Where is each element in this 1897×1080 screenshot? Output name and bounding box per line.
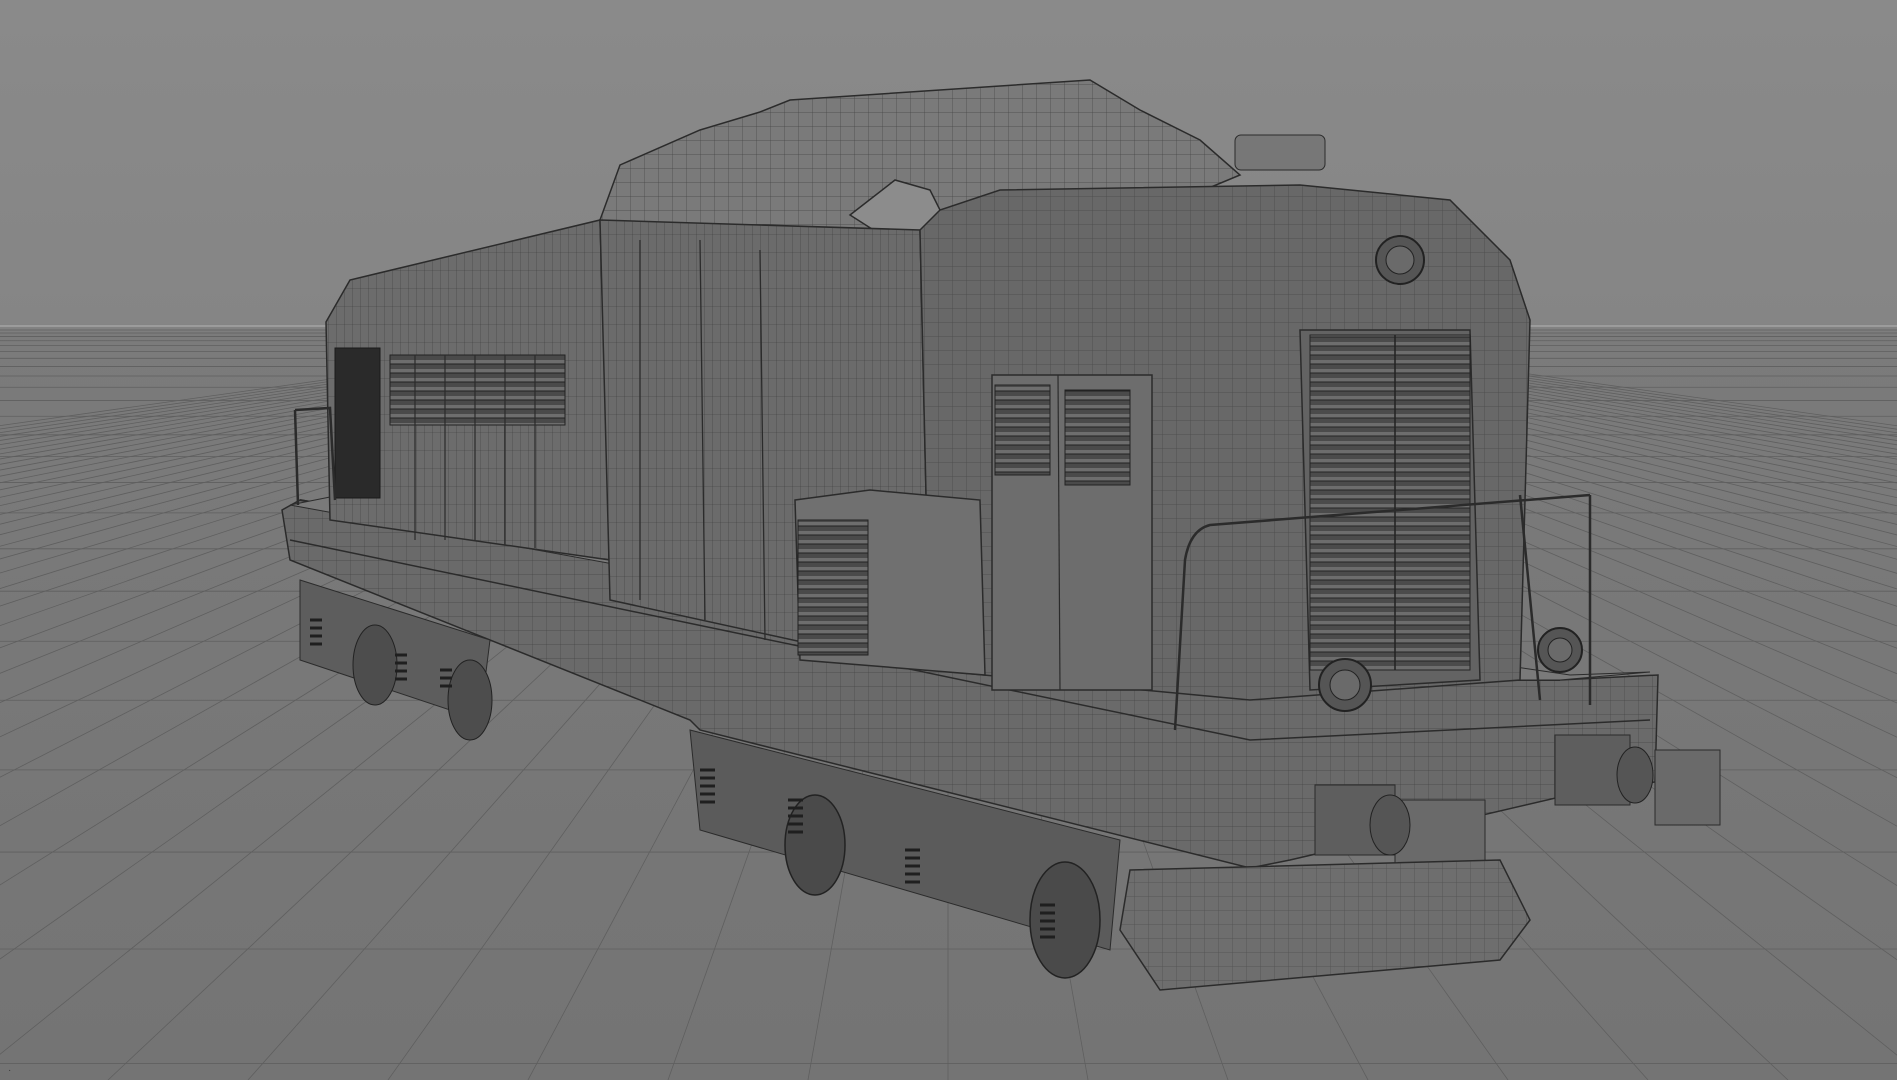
louver-icon	[1309, 334, 1471, 671]
locomotive-mesh-icon[interactable]	[281, 79, 1721, 991]
louver-icon	[994, 384, 1051, 476]
rear-door	[334, 347, 381, 499]
viewport-corner-mark: ·	[8, 1065, 12, 1076]
viewport-canvas[interactable]	[0, 0, 1897, 1080]
headlight-icon	[1375, 235, 1425, 285]
louver-icon	[797, 519, 869, 656]
louver-icon	[1064, 389, 1131, 486]
exhaust-stack	[1234, 134, 1326, 171]
headlight-icon	[1537, 627, 1583, 673]
headlight-icon	[1318, 658, 1372, 712]
buffer-icon	[1554, 734, 1721, 826]
3d-viewport[interactable]: ·	[0, 0, 1897, 1080]
